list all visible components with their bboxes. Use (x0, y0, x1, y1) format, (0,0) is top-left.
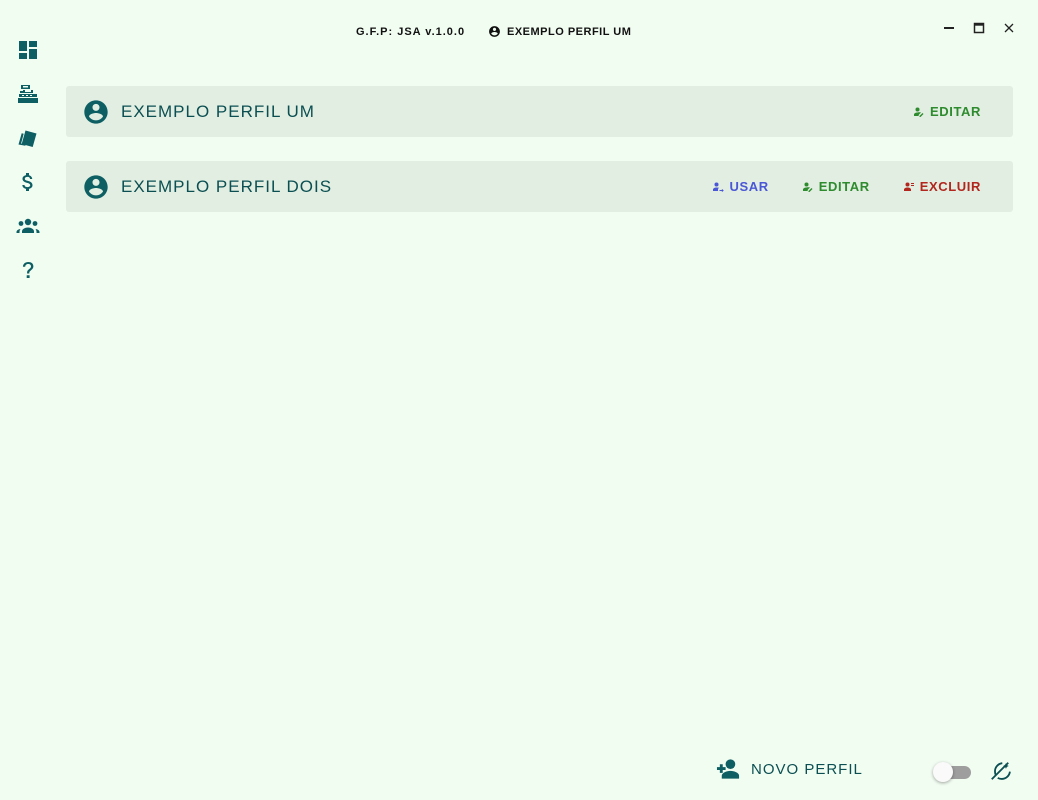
delete-profile-button[interactable]: EXCLUIR (903, 179, 981, 194)
remove-user-icon (903, 182, 914, 191)
account-circle-icon (489, 26, 500, 37)
edit-user-icon (802, 182, 813, 192)
profile-card: EXEMPLO PERFIL DOIS USAR EDITAR EXCLUIR (66, 161, 1013, 212)
cards-icon (18, 130, 37, 147)
account-circle-icon (84, 100, 108, 124)
active-profile-name: EXEMPLO PERFIL UM (507, 25, 632, 38)
user-switch-icon (713, 182, 725, 192)
minimize-button[interactable] (939, 18, 959, 38)
add-user-icon (716, 759, 740, 779)
maximize-button[interactable] (969, 18, 989, 38)
nav-help-button[interactable] (12, 254, 44, 286)
help-icon (22, 262, 34, 278)
nav-finance-button[interactable] (12, 166, 44, 198)
edit-profile-button[interactable]: EDITAR (802, 179, 870, 194)
title-bar: G.F.P: JSA v.1.0.0 EXEMPLO PERFIL UM (0, 18, 1038, 46)
profile-name: EXEMPLO PERFIL UM (121, 102, 315, 121)
dark-mode-off-icon (989, 760, 1011, 782)
account-circle-icon (84, 175, 108, 199)
close-icon (1004, 23, 1014, 33)
dark-mode-toggle[interactable] (933, 762, 973, 782)
edit-user-icon (913, 107, 924, 117)
app-version-label: G.F.P: JSA v.1.0.0 (356, 26, 466, 38)
toggle-thumb (933, 762, 953, 782)
edit-label: EDITAR (929, 104, 981, 119)
nav-cash-register-button[interactable] (12, 78, 44, 110)
nav-cards-button[interactable] (12, 122, 44, 154)
nav-people-button[interactable] (12, 210, 44, 242)
new-profile-button[interactable]: NOVO PERFIL (716, 758, 863, 780)
delete-label: EXCLUIR (919, 179, 981, 194)
maximize-icon (973, 22, 985, 34)
new-profile-label: NOVO PERFIL (751, 760, 863, 778)
use-label: USAR (729, 179, 769, 194)
profile-actions: EDITAR (913, 86, 981, 137)
use-profile-button[interactable]: USAR (712, 179, 768, 194)
avatar (82, 173, 110, 201)
edit-label: EDITAR (818, 179, 870, 194)
close-button[interactable] (999, 18, 1019, 38)
profile-card: EXEMPLO PERFIL UM EDITAR (66, 86, 1013, 137)
edit-profile-button[interactable]: EDITAR (913, 104, 981, 119)
profile-actions: USAR EDITAR EXCLUIR (712, 161, 981, 212)
people-icon (16, 218, 40, 233)
minimize-icon (944, 27, 954, 29)
dollar-icon (22, 173, 33, 191)
avatar (82, 98, 110, 126)
active-profile-indicator: EXEMPLO PERFIL UM (488, 25, 631, 38)
nav-rail (0, 0, 56, 800)
profile-name: EXEMPLO PERFIL DOIS (121, 177, 333, 196)
app-window: G.F.P: JSA v.1.0.0 EXEMPLO PERFIL UM EXE… (0, 0, 1038, 800)
cash-register-icon (18, 85, 38, 103)
